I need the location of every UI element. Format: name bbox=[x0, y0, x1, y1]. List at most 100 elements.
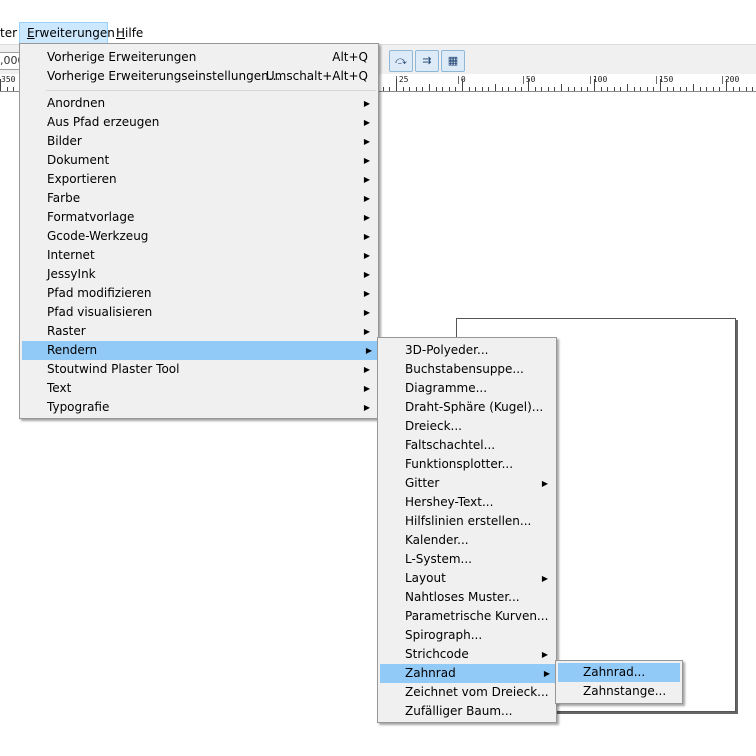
menu-item-raster[interactable]: Raster ▶ bbox=[22, 322, 376, 341]
submenu-arrow-icon: ▶ bbox=[363, 194, 370, 203]
ruler-tick bbox=[554, 87, 556, 91]
ruler-tick bbox=[640, 87, 642, 91]
menu-item-bilder[interactable]: Bilder ▶ bbox=[22, 132, 376, 151]
ruler-tick bbox=[627, 84, 628, 91]
ruler-label: |100 bbox=[588, 75, 608, 84]
ruler-tick bbox=[534, 87, 536, 91]
submenu-arrow-icon: ▶ bbox=[363, 365, 370, 374]
ruler-tick bbox=[706, 87, 708, 91]
ruler-tick bbox=[587, 87, 589, 91]
menu-item-parametrische-kurven[interactable]: Parametrische Kurven... bbox=[380, 607, 554, 626]
ruler-tick bbox=[508, 87, 510, 91]
submenu-arrow-icon: ▶ bbox=[363, 99, 370, 108]
value-field[interactable]: ,000 bbox=[0, 52, 20, 70]
ruler-tick bbox=[567, 87, 569, 91]
menu-item-zahnrad[interactable]: Zahnrad ▶ bbox=[380, 664, 556, 683]
menu-item-gitter[interactable]: Gitter ▶ bbox=[380, 474, 554, 493]
ruler-tick bbox=[382, 87, 384, 91]
menu-item-label: Vorherige Erweiterungseinstellungen... bbox=[47, 69, 281, 83]
ruler-label: 350 bbox=[1, 75, 16, 84]
menu-item-label: Anordnen bbox=[47, 96, 106, 110]
menu-item-l-system[interactable]: L-System... bbox=[380, 550, 554, 569]
menu-item-anordnen[interactable]: Anordnen ▶ bbox=[22, 94, 376, 113]
menu-item-layout[interactable]: Layout ▶ bbox=[380, 569, 554, 588]
submenu-arrow-icon: ▶ bbox=[541, 479, 548, 488]
menu-extensions[interactable]: Erweiterungen bbox=[19, 22, 115, 44]
menu-item-spirograph[interactable]: Spirograph... bbox=[380, 626, 554, 645]
ruler-tick bbox=[475, 87, 477, 91]
menu-item-kalender[interactable]: Kalender... bbox=[380, 531, 554, 550]
menu-extensions-accel: E bbox=[27, 26, 35, 40]
ruler-tick bbox=[422, 87, 424, 91]
menu-item-previous-extension[interactable]: Vorherige Erweiterungen Alt+Q bbox=[22, 48, 376, 67]
menu-item-farbe[interactable]: Farbe ▶ bbox=[22, 189, 376, 208]
menu-item-3d-polyeder[interactable]: 3D-Polyeder... bbox=[380, 341, 554, 360]
menu-item-aus-pfad-erzeugen[interactable]: Aus Pfad erzeugen ▶ bbox=[22, 113, 376, 132]
menu-item-internet[interactable]: Internet ▶ bbox=[22, 246, 376, 265]
ruler-tick bbox=[495, 84, 496, 91]
menu-item-previous-extension-settings[interactable]: Vorherige Erweiterungseinstellungen... U… bbox=[22, 67, 376, 86]
ruler-tick bbox=[580, 87, 582, 91]
menu-item-jessyink[interactable]: JessyInk ▶ bbox=[22, 265, 376, 284]
menu-item-label: Gcode-Werkzeug bbox=[47, 229, 149, 243]
menu-item-pfad-modifizieren[interactable]: Pfad modifizieren ▶ bbox=[22, 284, 376, 303]
menu-item-gcode-werkzeug[interactable]: Gcode-Werkzeug ▶ bbox=[22, 227, 376, 246]
menu-item-label: Internet bbox=[47, 248, 95, 262]
menu-item-dokument[interactable]: Dokument ▶ bbox=[22, 151, 376, 170]
ruler-tick bbox=[752, 87, 754, 91]
menu-item-label: Kalender... bbox=[405, 533, 469, 547]
menu-item-nahtloses-muster[interactable]: Nahtloses Muster... bbox=[380, 588, 554, 607]
snap-path-icon[interactable]: ⤼ bbox=[389, 50, 413, 72]
ruler-tick bbox=[633, 87, 635, 91]
ruler-tick bbox=[521, 87, 523, 91]
menu-item-zahnstange[interactable]: Zahnstange... bbox=[558, 682, 680, 701]
ruler-tick bbox=[620, 87, 622, 91]
menu-item-label: Pfad modifizieren bbox=[47, 286, 152, 300]
menu-item-zahnrad-dialog[interactable]: Zahnrad... bbox=[558, 663, 680, 682]
menu-item-zufaelliger-baum[interactable]: Zufälliger Baum... bbox=[380, 702, 554, 721]
submenu-arrow-icon: ▶ bbox=[363, 232, 370, 241]
ruler-tick bbox=[435, 87, 437, 91]
submenu-arrow-icon: ▶ bbox=[363, 156, 370, 165]
ruler-tick bbox=[726, 79, 727, 91]
menu-item-zeichnet-vom-dreieck[interactable]: Zeichnet vom Dreieck... bbox=[380, 683, 554, 702]
snap-node-icon[interactable]: ⇉ bbox=[415, 50, 439, 72]
ruler-tick bbox=[514, 87, 516, 91]
submenu-arrow-icon: ▶ bbox=[363, 327, 370, 336]
menu-item-draht-sphaere[interactable]: Draht-Sphäre (Kugel)... bbox=[380, 398, 554, 417]
menu-item-label: Faltschachtel... bbox=[405, 438, 496, 452]
menu-item-strichcode[interactable]: Strichcode ▶ bbox=[380, 645, 554, 664]
ruler-tick bbox=[6, 87, 8, 91]
submenu-arrow-icon: ▶ bbox=[363, 384, 370, 393]
ruler-tick bbox=[693, 84, 694, 91]
menu-item-dreieck[interactable]: Dreieck... bbox=[380, 417, 554, 436]
menu-help-label: ilfe bbox=[125, 26, 144, 40]
menu-item-rendern[interactable]: Rendern ▶ bbox=[22, 341, 378, 360]
extensions-menu: Vorherige Erweiterungen Alt+Q Vorherige … bbox=[19, 43, 379, 419]
menu-item-hershey-text[interactable]: Hershey-Text... bbox=[380, 493, 554, 512]
snap-grid-icon[interactable]: ▦ bbox=[441, 50, 465, 72]
submenu-arrow-icon: ▶ bbox=[363, 251, 370, 260]
ruler-tick bbox=[442, 87, 444, 91]
ruler-tick bbox=[660, 79, 661, 91]
menu-help-accel: H bbox=[116, 26, 126, 40]
menu-item-label: Nahtloses Muster... bbox=[405, 590, 520, 604]
menu-help[interactable]: Hilfe bbox=[109, 22, 150, 44]
menu-item-text[interactable]: Text ▶ bbox=[22, 379, 376, 398]
ruler-tick bbox=[547, 87, 549, 91]
menu-item-funktionsplotter[interactable]: Funktionsplotter... bbox=[380, 455, 554, 474]
menu-item-formatvorlage[interactable]: Formatvorlage ▶ bbox=[22, 208, 376, 227]
menu-item-label: Pfad visualisieren bbox=[47, 305, 153, 319]
menu-item-hilfslinien-erstellen[interactable]: Hilfslinien erstellen... bbox=[380, 512, 554, 531]
menu-item-pfad-visualisieren[interactable]: Pfad visualisieren ▶ bbox=[22, 303, 376, 322]
menu-item-buchstabensuppe[interactable]: Buchstabensuppe... bbox=[380, 360, 554, 379]
ruler-tick bbox=[561, 84, 562, 91]
menu-item-label: Zahnrad bbox=[405, 666, 456, 680]
menu-item-exportieren[interactable]: Exportieren ▶ bbox=[22, 170, 376, 189]
menu-filter-label: ter bbox=[0, 26, 18, 40]
menu-item-label: Layout bbox=[405, 571, 446, 585]
menu-item-diagramme[interactable]: Diagramme... bbox=[380, 379, 554, 398]
menu-item-typografie[interactable]: Typografie ▶ bbox=[22, 398, 376, 417]
menu-item-stoutwind-plaster-tool[interactable]: Stoutwind Plaster Tool ▶ bbox=[22, 360, 376, 379]
menu-item-faltschachtel[interactable]: Faltschachtel... bbox=[380, 436, 554, 455]
